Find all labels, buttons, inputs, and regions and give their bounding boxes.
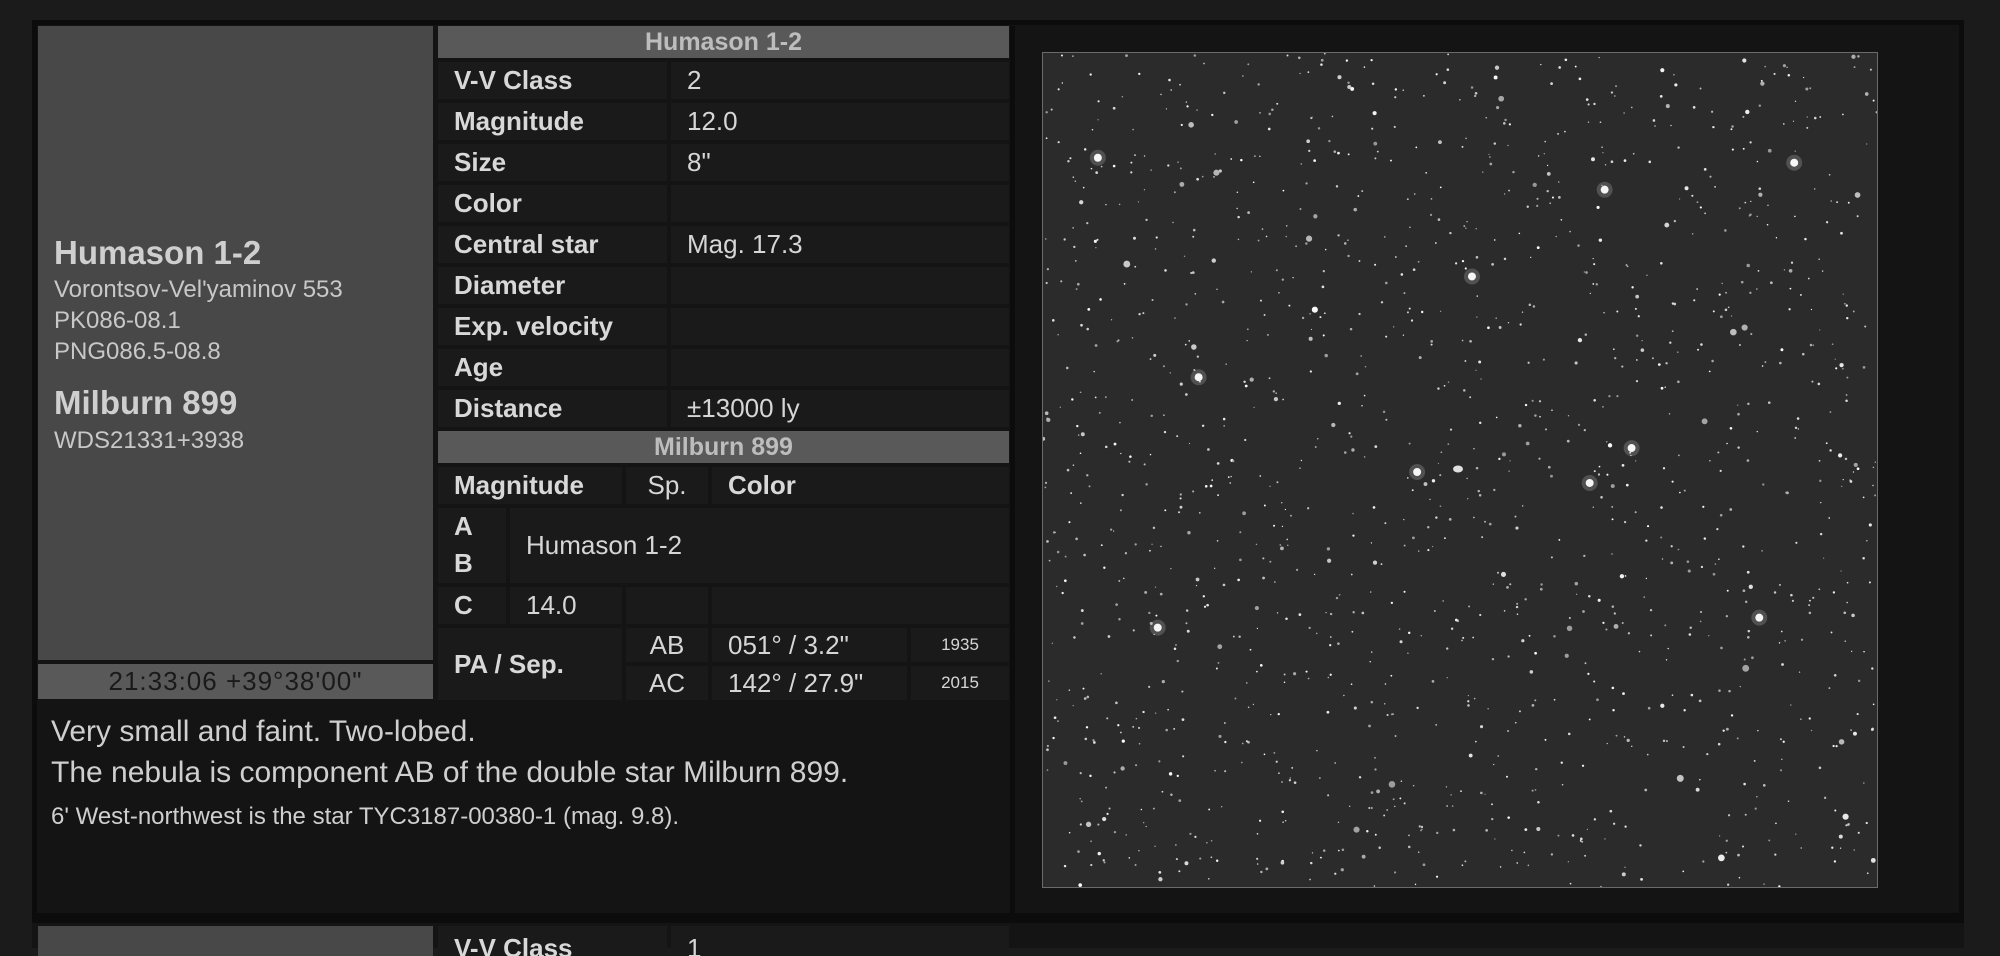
col-header-color: Color [712, 467, 1009, 504]
notes-panel: Very small and faint. Two-lobed. The neb… [38, 705, 1006, 915]
row-value-magnitude: 12.0 [671, 103, 1009, 140]
row-label-size: Size [438, 144, 667, 181]
double-table-header: Milburn 899 [438, 431, 1009, 463]
component-c-spectral [626, 587, 708, 624]
note-line-3: 6' West-northwest is the star TYC3187-00… [51, 803, 679, 830]
component-b: B [438, 545, 506, 583]
note-line-2: The nebula is component AB of the double… [51, 756, 849, 789]
secondary-alias: WDS21331+3938 [54, 427, 245, 454]
row-label-central-star: Central star [438, 226, 667, 263]
row-label-vv-class: V-V Class [438, 62, 667, 99]
row-value-exp-velocity [671, 308, 1009, 345]
secondary-name: Milburn 899 [54, 384, 238, 421]
component-c: C [438, 587, 506, 624]
next-card: V-V Class 1 [32, 918, 1964, 956]
row-label-color: Color [438, 185, 667, 222]
component-a: A [438, 508, 506, 545]
pa-year-ab: 1935 [911, 628, 1009, 662]
pa-value-ab: 051° / 3.2" [712, 628, 907, 662]
row-label-age: Age [438, 349, 667, 386]
starfield-svg [1043, 53, 1877, 887]
row-value-distance: ±13000 ly [671, 390, 1009, 427]
row-label-diameter: Diameter [438, 267, 667, 304]
row-value-color [671, 185, 1009, 222]
row-value-central-star: Mag. 17.3 [671, 226, 1009, 263]
col-header-magnitude: Magnitude [438, 467, 622, 504]
next-card-label: V-V Class [438, 926, 667, 956]
component-ab-merged: Humason 1-2 [510, 508, 1009, 583]
row-value-size: 8" [671, 144, 1009, 181]
pa-year-ac: 2015 [911, 666, 1009, 700]
pa-pair-ab: AB [626, 628, 708, 662]
row-label-magnitude: Magnitude [438, 103, 667, 140]
col-header-spectral: Sp. [626, 467, 708, 504]
nebula-table-header: Humason 1-2 [438, 26, 1009, 58]
row-value-vv-class: 2 [671, 62, 1009, 99]
pa-pair-ac: AC [626, 666, 708, 700]
row-value-diameter [671, 267, 1009, 304]
next-card-value: 1 [671, 926, 1009, 956]
row-label-distance: Distance [438, 390, 667, 427]
note-line-1: Very small and faint. Two-lobed. [51, 715, 476, 748]
identity-panel: Humason 1-2 Vorontsov-Vel'yaminov 553 PK… [38, 26, 433, 660]
component-c-color [712, 587, 1009, 624]
row-value-age [671, 349, 1009, 386]
pa-value-ac: 142° / 27.9" [712, 666, 907, 700]
coordinates: 21:33:06 +39°38'00" [38, 664, 433, 699]
column-divider [1010, 26, 1015, 918]
alias-pk: PK086-08.1 [54, 307, 181, 334]
alias-vv: Vorontsov-Vel'yaminov 553 [54, 276, 343, 303]
pa-sep-label: PA / Sep. [438, 628, 622, 700]
starfield-image [1042, 52, 1878, 888]
component-c-magnitude: 14.0 [510, 587, 622, 624]
row-label-exp-velocity: Exp. velocity [438, 308, 667, 345]
primary-name: Humason 1-2 [54, 234, 262, 271]
next-card-identity-panel [38, 926, 433, 956]
alias-png: PNG086.5-08.8 [54, 338, 221, 365]
